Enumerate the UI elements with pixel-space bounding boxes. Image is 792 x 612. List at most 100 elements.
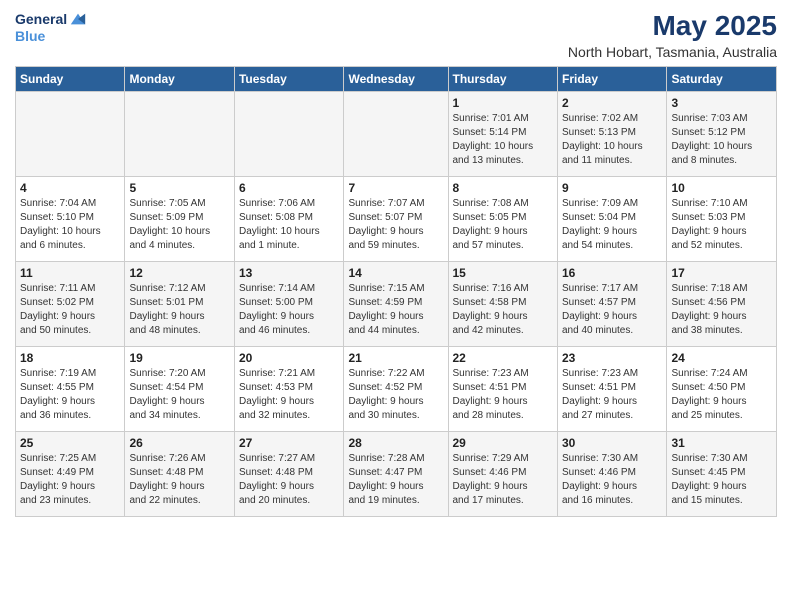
day-number: 3 <box>671 96 772 110</box>
calendar-cell: 26 Sunrise: 7:26 AM Sunset: 4:48 PM Dayli… <box>125 432 234 517</box>
week-row-3: 11 Sunrise: 7:11 AM Sunset: 5:02 PM Dayli… <box>16 262 777 347</box>
calendar-cell: 7 Sunrise: 7:07 AM Sunset: 5:07 PM Daylig… <box>344 177 448 262</box>
page-header: General Blue May 2025 North Hobart, Tasm… <box>15 10 777 60</box>
day-info: Sunrise: 7:11 AM Sunset: 5:02 PM Dayligh… <box>20 282 120 338</box>
day-number: 2 <box>562 96 662 110</box>
calendar-cell: 19 Sunrise: 7:20 AM Sunset: 4:54 PM Dayli… <box>125 347 234 432</box>
day-info: Sunrise: 7:25 AM Sunset: 4:49 PM Dayligh… <box>20 452 120 508</box>
day-number: 27 <box>239 436 339 450</box>
header-day-sunday: Sunday <box>16 67 125 92</box>
calendar-cell <box>234 92 343 177</box>
header-day-wednesday: Wednesday <box>344 67 448 92</box>
day-info: Sunrise: 7:10 AM Sunset: 5:03 PM Dayligh… <box>671 197 772 253</box>
day-number: 26 <box>129 436 229 450</box>
day-number: 7 <box>348 181 443 195</box>
week-row-4: 18 Sunrise: 7:19 AM Sunset: 4:55 PM Dayli… <box>16 347 777 432</box>
calendar-cell: 16 Sunrise: 7:17 AM Sunset: 4:57 PM Dayli… <box>557 262 666 347</box>
calendar-cell: 4Sunrise: 7:04 AM Sunset: 5:10 PM Daylig… <box>16 177 125 262</box>
day-number: 29 <box>453 436 553 450</box>
day-number: 8 <box>453 181 553 195</box>
calendar-cell: 31Sunrise: 7:30 AM Sunset: 4:45 PM Dayli… <box>667 432 777 517</box>
header-day-monday: Monday <box>125 67 234 92</box>
day-number: 11 <box>20 266 120 280</box>
day-number: 28 <box>348 436 443 450</box>
day-info: Sunrise: 7:20 AM Sunset: 4:54 PM Dayligh… <box>129 367 229 423</box>
logo-blue: Blue <box>15 28 45 45</box>
day-number: 15 <box>453 266 553 280</box>
calendar-cell: 6 Sunrise: 7:06 AM Sunset: 5:08 PM Daylig… <box>234 177 343 262</box>
calendar-cell: 9Sunrise: 7:09 AM Sunset: 5:04 PM Daylig… <box>557 177 666 262</box>
day-number: 30 <box>562 436 662 450</box>
day-number: 1 <box>453 96 553 110</box>
day-info: Sunrise: 7:14 AM Sunset: 5:00 PM Dayligh… <box>239 282 339 338</box>
day-info: Sunrise: 7:04 AM Sunset: 5:10 PM Dayligh… <box>20 197 120 253</box>
day-number: 23 <box>562 351 662 365</box>
day-number: 18 <box>20 351 120 365</box>
day-info: Sunrise: 7:29 AM Sunset: 4:46 PM Dayligh… <box>453 452 553 508</box>
calendar-cell <box>16 92 125 177</box>
title-block: May 2025 North Hobart, Tasmania, Austral… <box>568 10 777 60</box>
calendar-cell: 28 Sunrise: 7:28 AM Sunset: 4:47 PM Dayli… <box>344 432 448 517</box>
day-number: 21 <box>348 351 443 365</box>
day-info: Sunrise: 7:30 AM Sunset: 4:46 PM Dayligh… <box>562 452 662 508</box>
calendar-cell: 29 Sunrise: 7:29 AM Sunset: 4:46 PM Dayli… <box>448 432 557 517</box>
day-number: 13 <box>239 266 339 280</box>
calendar-cell: 24 Sunrise: 7:24 AM Sunset: 4:50 PM Dayli… <box>667 347 777 432</box>
day-info: Sunrise: 7:24 AM Sunset: 4:50 PM Dayligh… <box>671 367 772 423</box>
day-number: 20 <box>239 351 339 365</box>
calendar-cell: 30 Sunrise: 7:30 AM Sunset: 4:46 PM Dayli… <box>557 432 666 517</box>
day-info: Sunrise: 7:16 AM Sunset: 4:58 PM Dayligh… <box>453 282 553 338</box>
calendar-cell: 23 Sunrise: 7:23 AM Sunset: 4:51 PM Dayli… <box>557 347 666 432</box>
calendar-cell: 2 Sunrise: 7:02 AM Sunset: 5:13 PM Daylig… <box>557 92 666 177</box>
day-info: Sunrise: 7:17 AM Sunset: 4:57 PM Dayligh… <box>562 282 662 338</box>
day-info: Sunrise: 7:06 AM Sunset: 5:08 PM Dayligh… <box>239 197 339 253</box>
day-info: Sunrise: 7:15 AM Sunset: 4:59 PM Dayligh… <box>348 282 443 338</box>
day-number: 6 <box>239 181 339 195</box>
day-number: 24 <box>671 351 772 365</box>
day-info: Sunrise: 7:23 AM Sunset: 4:51 PM Dayligh… <box>453 367 553 423</box>
header-day-saturday: Saturday <box>667 67 777 92</box>
day-info: Sunrise: 7:28 AM Sunset: 4:47 PM Dayligh… <box>348 452 443 508</box>
day-number: 5 <box>129 181 229 195</box>
day-info: Sunrise: 7:08 AM Sunset: 5:05 PM Dayligh… <box>453 197 553 253</box>
calendar-cell: 3 Sunrise: 7:03 AM Sunset: 5:12 PM Daylig… <box>667 92 777 177</box>
day-number: 31 <box>671 436 772 450</box>
calendar-cell: 13 Sunrise: 7:14 AM Sunset: 5:00 PM Dayli… <box>234 262 343 347</box>
day-info: Sunrise: 7:12 AM Sunset: 5:01 PM Dayligh… <box>129 282 229 338</box>
logo: General Blue <box>15 10 87 45</box>
calendar-cell: 21Sunrise: 7:22 AM Sunset: 4:52 PM Dayli… <box>344 347 448 432</box>
logo-general: General <box>15 11 67 28</box>
header-day-thursday: Thursday <box>448 67 557 92</box>
day-info: Sunrise: 7:26 AM Sunset: 4:48 PM Dayligh… <box>129 452 229 508</box>
calendar-cell: 25Sunrise: 7:25 AM Sunset: 4:49 PM Dayli… <box>16 432 125 517</box>
week-row-1: 1 Sunrise: 7:01 AM Sunset: 5:14 PM Daylig… <box>16 92 777 177</box>
calendar-cell: 27Sunrise: 7:27 AM Sunset: 4:48 PM Dayli… <box>234 432 343 517</box>
day-info: Sunrise: 7:07 AM Sunset: 5:07 PM Dayligh… <box>348 197 443 253</box>
main-title: May 2025 <box>568 10 777 42</box>
day-number: 22 <box>453 351 553 365</box>
calendar-cell: 10Sunrise: 7:10 AM Sunset: 5:03 PM Dayli… <box>667 177 777 262</box>
day-info: Sunrise: 7:19 AM Sunset: 4:55 PM Dayligh… <box>20 367 120 423</box>
week-row-5: 25Sunrise: 7:25 AM Sunset: 4:49 PM Dayli… <box>16 432 777 517</box>
day-info: Sunrise: 7:23 AM Sunset: 4:51 PM Dayligh… <box>562 367 662 423</box>
calendar-header: SundayMondayTuesdayWednesdayThursdayFrid… <box>16 67 777 92</box>
calendar-cell: 11 Sunrise: 7:11 AM Sunset: 5:02 PM Dayli… <box>16 262 125 347</box>
calendar-cell: 1 Sunrise: 7:01 AM Sunset: 5:14 PM Daylig… <box>448 92 557 177</box>
logo-icon <box>69 10 87 28</box>
day-number: 16 <box>562 266 662 280</box>
header-day-tuesday: Tuesday <box>234 67 343 92</box>
calendar-cell: 18 Sunrise: 7:19 AM Sunset: 4:55 PM Dayli… <box>16 347 125 432</box>
header-day-friday: Friday <box>557 67 666 92</box>
day-number: 19 <box>129 351 229 365</box>
day-info: Sunrise: 7:03 AM Sunset: 5:12 PM Dayligh… <box>671 112 772 168</box>
day-number: 12 <box>129 266 229 280</box>
subtitle: North Hobart, Tasmania, Australia <box>568 44 777 60</box>
calendar-cell: 12 Sunrise: 7:12 AM Sunset: 5:01 PM Dayli… <box>125 262 234 347</box>
day-info: Sunrise: 7:09 AM Sunset: 5:04 PM Dayligh… <box>562 197 662 253</box>
day-number: 14 <box>348 266 443 280</box>
day-info: Sunrise: 7:05 AM Sunset: 5:09 PM Dayligh… <box>129 197 229 253</box>
day-info: Sunrise: 7:01 AM Sunset: 5:14 PM Dayligh… <box>453 112 553 168</box>
day-info: Sunrise: 7:02 AM Sunset: 5:13 PM Dayligh… <box>562 112 662 168</box>
calendar-cell: 22 Sunrise: 7:23 AM Sunset: 4:51 PM Dayli… <box>448 347 557 432</box>
calendar-table: SundayMondayTuesdayWednesdayThursdayFrid… <box>15 66 777 517</box>
